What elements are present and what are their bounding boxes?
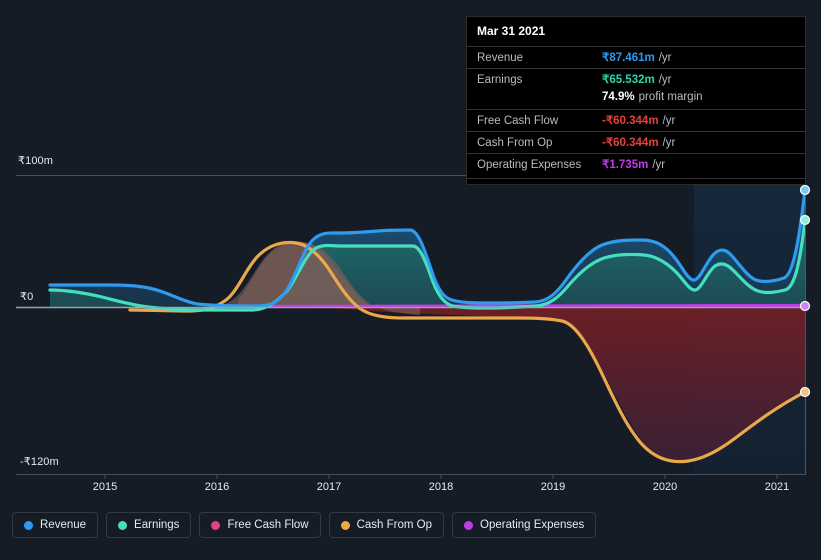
x-axis-label-2016: 2016 [204,481,230,493]
x-axis-label-2018: 2018 [428,481,454,493]
chart-page: ₹100m ₹0 -₹120m 2015 2016 2017 2018 2019… [0,0,821,560]
tooltip-key-free-cash-flow: Free Cash Flow [477,115,559,127]
tooltip-row-cash-from-op: Cash From Op -₹60.344m /yr [467,131,805,153]
legend-dot-revenue [24,520,33,530]
tooltip-value-earnings: ₹65.532m [602,74,655,86]
legend-item-free-cash-flow[interactable]: Free Cash Flow [199,512,321,538]
tooltip-row-operating-expenses: Operating Expenses ₹1.735m /yr [467,153,805,175]
tooltip-value-cash-from-op: -₹60.344m [602,137,659,149]
chart-legend: Revenue Earnings Free Cash Flow Cash Fro… [12,512,597,538]
tooltip-row-revenue: Revenue ₹87.461m /yr [467,46,805,68]
tooltip-suffix-cash-from-op: /yr [662,137,676,149]
legend-item-earnings[interactable]: Earnings [106,512,192,538]
chart-tooltip: Mar 31 2021 Revenue ₹87.461m /yr Earning… [466,16,806,185]
tooltip-value-free-cash-flow: -₹60.344m [602,115,659,127]
tooltip-key-operating-expenses: Operating Expenses [477,159,582,171]
end-marker-operating-expenses [799,300,811,312]
tooltip-suffix-operating-expenses: /yr [652,159,666,171]
y-axis-label-bottom: -₹120m [20,456,59,468]
tooltip-suffix-free-cash-flow: /yr [662,115,676,127]
tooltip-suffix-revenue: /yr [658,52,672,64]
cash-from-op-negative-area [276,307,805,463]
y-axis-label-zero: ₹0 [20,291,34,303]
end-marker-revenue [799,184,811,196]
tooltip-row-profit-margin: 74.9% profit margin [467,90,805,109]
legend-dot-earnings [118,520,128,530]
tooltip-suffix-profit-margin: profit margin [638,91,703,103]
legend-dot-operating-expenses [464,520,474,530]
tooltip-date: Mar 31 2021 [477,24,546,38]
end-marker-cash-from-op [799,386,811,398]
tooltip-suffix-earnings: /yr [658,74,672,86]
legend-label-free-cash-flow: Free Cash Flow [227,519,309,531]
tooltip-key-earnings: Earnings [477,74,523,86]
legend-item-revenue[interactable]: Revenue [12,512,99,538]
tooltip-value-revenue: ₹87.461m [602,52,655,64]
legend-item-operating-expenses[interactable]: Operating Expenses [452,512,597,538]
x-axis-label-2021: 2021 [764,481,790,493]
legend-dot-cash-from-op [340,520,350,530]
x-axis-label-2020: 2020 [652,481,678,493]
x-axis-label-2017: 2017 [316,481,342,493]
tooltip-value-profit-margin: 74.9% [602,91,635,103]
y-axis-label-top: ₹100m [18,155,54,167]
legend-label-operating-expenses: Operating Expenses [480,519,585,531]
tooltip-row-earnings: Earnings ₹65.532m /yr [467,68,805,90]
legend-label-cash-from-op: Cash From Op [356,519,433,531]
x-axis-label-2015: 2015 [92,481,118,493]
legend-item-cash-from-op[interactable]: Cash From Op [328,512,445,538]
tooltip-key-cash-from-op: Cash From Op [477,137,553,149]
end-marker-earnings [799,214,811,226]
tooltip-key-revenue: Revenue [477,52,524,64]
legend-label-revenue: Revenue [40,519,87,531]
tooltip-row-free-cash-flow: Free Cash Flow -₹60.344m /yr [467,109,805,131]
tooltip-divider [467,178,805,180]
tooltip-value-operating-expenses: ₹1.735m [602,159,649,171]
legend-dot-free-cash-flow [211,520,221,530]
x-axis-label-2019: 2019 [540,481,566,493]
legend-label-earnings: Earnings [134,519,180,531]
